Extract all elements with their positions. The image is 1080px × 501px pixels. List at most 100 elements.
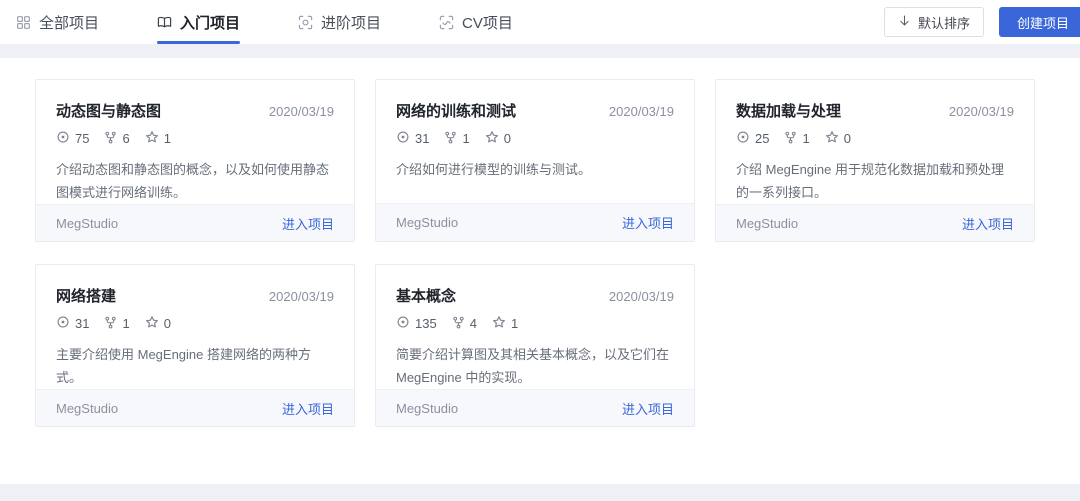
card-footer: MegStudio 进入项目 (36, 389, 354, 426)
project-stats: 135 4 1 (396, 315, 674, 332)
views-count: 31 (415, 131, 430, 146)
arrow-down-icon (898, 14, 911, 30)
forks-count: 1 (802, 131, 810, 146)
card-body: 动态图与静态图 2020/03/19 75 6 1 介绍动态图和静态图的概念，以… (36, 80, 354, 204)
stars-stat: 1 (145, 130, 171, 147)
fork-icon (444, 131, 457, 147)
sort-button-label: 默认排序 (917, 15, 970, 31)
tab-label: 入门项目 (180, 14, 241, 32)
card-body: 数据加载与处理 2020/03/19 25 1 0 介绍 MegEngine 用… (716, 80, 1034, 204)
tab-bar: 全部项目 入门项目 进阶项目 CV项目 默认排序 创建项目 (0, 0, 1080, 44)
project-title: 动态图与静态图 (56, 103, 162, 120)
stars-stat: 0 (825, 130, 851, 147)
project-title: 数据加载与处理 (736, 103, 842, 120)
forks-count: 1 (122, 316, 130, 331)
project-date: 2020/03/19 (268, 104, 334, 119)
fork-icon (104, 131, 117, 147)
views-count: 31 (75, 316, 90, 331)
views-stat: 31 (56, 315, 89, 332)
project-stats: 31 1 0 (56, 315, 334, 332)
project-stats: 31 1 0 (396, 130, 674, 147)
stars-count: 1 (510, 316, 519, 331)
fork-icon (104, 316, 117, 332)
grid-icon (16, 15, 31, 30)
stars-count: 0 (843, 131, 851, 146)
project-card[interactable]: 数据加载与处理 2020/03/19 25 1 0 介绍 MegEngine 用… (715, 79, 1035, 242)
enter-project-link[interactable]: 进入项目 (962, 214, 1014, 233)
tab-all-projects[interactable]: 全部项目 (16, 0, 99, 44)
card-body: 基本概念 2020/03/19 135 4 1 简要介绍计算图及其相关基本概念，… (376, 265, 694, 389)
forks-count: 6 (122, 131, 130, 146)
eye-icon (736, 130, 750, 147)
header-actions: 默认排序 创建项目 (883, 7, 1080, 37)
scan-target-icon (298, 15, 313, 30)
tab-beginner-projects[interactable]: 入门项目 (157, 0, 241, 44)
views-stat: 25 (736, 130, 769, 147)
project-description: 主要介绍使用 MegEngine 搭建网络的两种方式。 (56, 347, 311, 385)
tab-label: 进阶项目 (321, 14, 382, 32)
tab-advanced-projects[interactable]: 进阶项目 (298, 0, 381, 44)
star-icon (485, 130, 499, 147)
project-card[interactable]: 网络的训练和测试 2020/03/19 31 1 0 介绍如何进行模型的训练与测… (375, 79, 695, 242)
eye-icon (56, 130, 70, 147)
eye-icon (396, 130, 410, 147)
card-body: 网络搭建 2020/03/19 31 1 0 主要介绍使用 MegEngine … (36, 265, 354, 389)
star-icon (825, 130, 839, 147)
star-icon (492, 315, 506, 332)
project-owner: MegStudio (56, 400, 119, 416)
card-footer: MegStudio 进入项目 (376, 203, 694, 241)
tab-label: 全部项目 (39, 14, 100, 32)
project-description: 介绍如何进行模型的训练与测试。 (396, 162, 592, 177)
views-count: 75 (75, 131, 90, 146)
project-owner: MegStudio (56, 215, 119, 231)
project-card-grid: 动态图与静态图 2020/03/19 75 6 1 介绍动态图和静态图的概念，以… (35, 79, 1035, 427)
star-icon (145, 130, 159, 147)
card-footer: MegStudio 进入项目 (716, 204, 1034, 241)
project-card[interactable]: 网络搭建 2020/03/19 31 1 0 主要介绍使用 MegEngine … (35, 264, 355, 427)
project-owner: MegStudio (736, 215, 799, 231)
project-card[interactable]: 动态图与静态图 2020/03/19 75 6 1 介绍动态图和静态图的概念，以… (35, 79, 355, 242)
enter-project-link[interactable]: 进入项目 (622, 213, 674, 232)
card-body: 网络的训练和测试 2020/03/19 31 1 0 介绍如何进行模型的训练与测… (376, 80, 694, 203)
forks-stat: 1 (784, 131, 810, 147)
views-count: 25 (755, 131, 770, 146)
stars-stat: 0 (485, 130, 511, 147)
default-sort-button[interactable]: 默认排序 (883, 7, 984, 37)
views-stat: 135 (396, 315, 437, 332)
project-list-panel: 动态图与静态图 2020/03/19 75 6 1 介绍动态图和静态图的概念，以… (0, 58, 1080, 484)
project-description: 简要介绍计算图及其相关基本概念，以及它们在 MegEngine 中的实现。 (396, 347, 670, 385)
fork-icon (784, 131, 797, 147)
forks-stat: 4 (452, 316, 477, 332)
create-project-button[interactable]: 创建项目 (998, 7, 1080, 37)
fork-icon (452, 316, 465, 332)
forks-count: 1 (462, 131, 470, 146)
eye-icon (56, 315, 70, 332)
project-title: 网络的训练和测试 (396, 103, 517, 120)
views-count: 135 (415, 316, 437, 331)
views-stat: 75 (56, 130, 89, 147)
project-stats: 25 1 0 (736, 130, 1014, 147)
forks-count: 4 (469, 316, 477, 331)
enter-project-link[interactable]: 进入项目 (622, 399, 674, 418)
project-title: 基本概念 (396, 288, 457, 305)
create-button-label: 创建项目 (1016, 15, 1069, 31)
book-icon (157, 15, 172, 30)
enter-project-link[interactable]: 进入项目 (282, 399, 334, 418)
project-description: 介绍 MegEngine 用于规范化数据加载和预处理的一系列接口。 (736, 162, 1004, 200)
card-footer: MegStudio 进入项目 (376, 389, 694, 426)
stars-count: 1 (163, 131, 171, 146)
tab-cv-projects[interactable]: CV项目 (439, 0, 513, 44)
project-date: 2020/03/19 (268, 289, 334, 304)
project-tabs: 全部项目 入门项目 进阶项目 CV项目 (16, 0, 513, 44)
project-date: 2020/03/19 (608, 289, 674, 304)
star-icon (145, 315, 159, 332)
stars-count: 0 (163, 316, 171, 331)
project-card[interactable]: 基本概念 2020/03/19 135 4 1 简要介绍计算图及其相关基本概念，… (375, 264, 695, 427)
project-owner: MegStudio (396, 215, 459, 230)
views-stat: 31 (396, 130, 429, 147)
enter-project-link[interactable]: 进入项目 (282, 214, 334, 233)
tab-label: CV项目 (462, 14, 513, 32)
project-title: 网络搭建 (56, 288, 117, 305)
scan-face-icon (439, 15, 454, 30)
forks-stat: 6 (104, 131, 130, 147)
